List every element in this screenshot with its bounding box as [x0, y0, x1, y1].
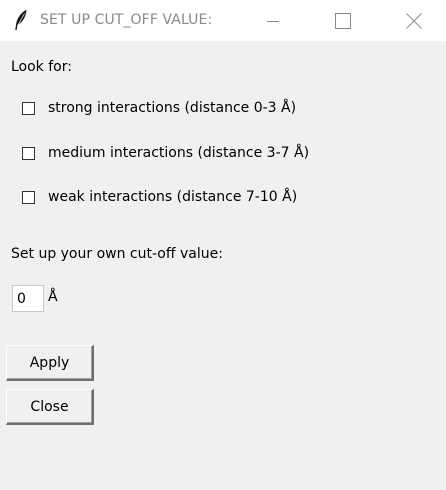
- strong-interactions-label: strong interactions (distance 0-3 Å): [48, 100, 297, 116]
- close-button[interactable]: Close: [6, 389, 94, 425]
- cutoff-value-input[interactable]: [12, 285, 44, 312]
- title-bar[interactable]: SET UP CUT_OFF VALUE:: [0, 0, 446, 41]
- weak-interactions-label: weak interactions (distance 7-10 Å): [48, 189, 298, 205]
- maximize-button[interactable]: [320, 0, 366, 41]
- own-cutoff-label: Set up your own cut-off value:: [11, 246, 223, 262]
- cutoff-unit-label: Å: [48, 289, 58, 305]
- maximize-icon: [335, 12, 351, 29]
- medium-interactions-checkbox[interactable]: [22, 146, 35, 160]
- medium-interactions-label: medium interactions (distance 3-7 Å): [48, 145, 310, 161]
- apply-button[interactable]: Apply: [6, 345, 94, 381]
- close-window-button[interactable]: [391, 0, 437, 41]
- weak-interactions-checkbox[interactable]: [22, 190, 35, 204]
- minimize-icon: [267, 20, 279, 22]
- feather-icon: [14, 9, 28, 31]
- cutoff-dialog: SET UP CUT_OFF VALUE: Look for: strong i…: [0, 0, 446, 490]
- strong-interactions-option[interactable]: strong interactions (distance 0-3 Å): [22, 98, 296, 118]
- medium-interactions-option[interactable]: medium interactions (distance 3-7 Å): [22, 143, 309, 163]
- minimize-button[interactable]: [250, 0, 296, 41]
- strong-interactions-checkbox[interactable]: [22, 101, 35, 115]
- weak-interactions-option[interactable]: weak interactions (distance 7-10 Å): [22, 187, 297, 207]
- window-title: SET UP CUT_OFF VALUE:: [40, 12, 213, 28]
- look-for-label: Look for:: [11, 59, 72, 75]
- close-icon: [406, 12, 422, 29]
